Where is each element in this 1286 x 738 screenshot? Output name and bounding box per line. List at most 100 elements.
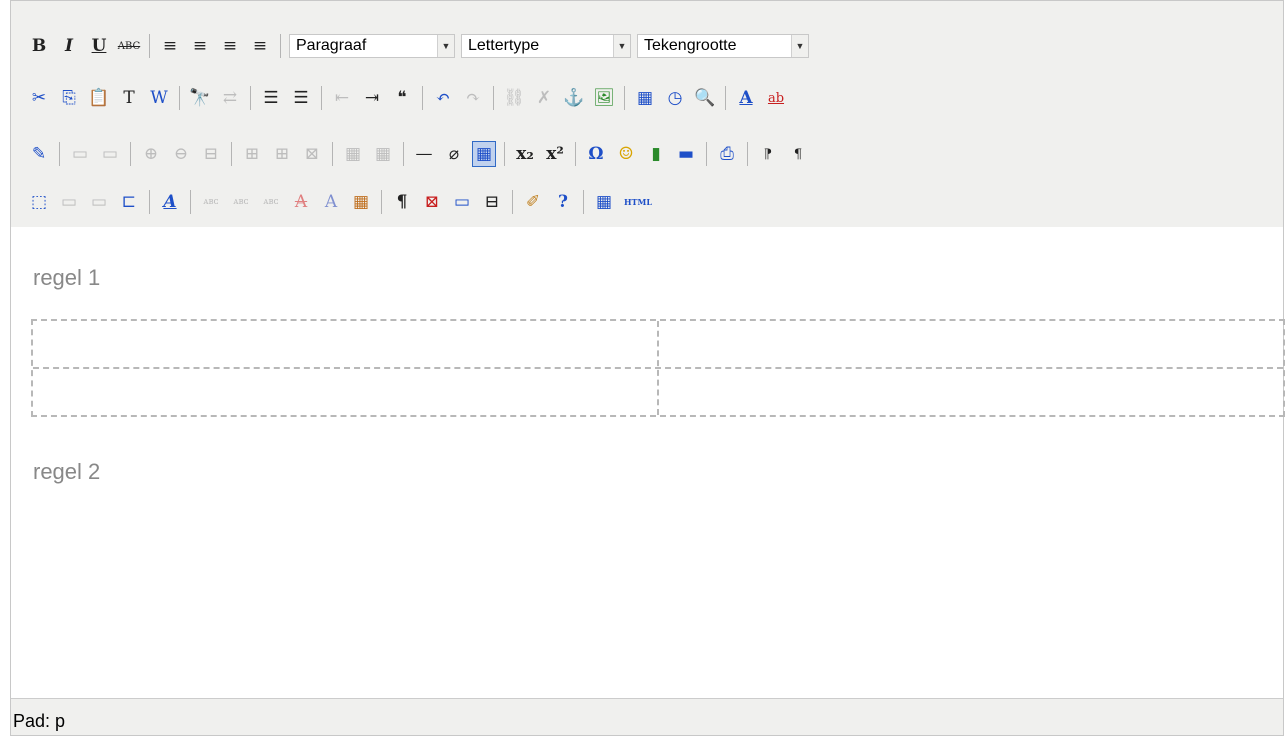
remove-format-icon[interactable]: ⌀ [442, 141, 466, 167]
anchor-icon[interactable]: ⚓ [562, 85, 586, 111]
insert-col-before-icon[interactable]: ⊞ [240, 141, 264, 167]
cite-icon[interactable]: ᴀʙᴄ [199, 189, 223, 215]
status-bar: Pad: p [11, 698, 1283, 735]
redo-icon[interactable]: ↷ [461, 85, 485, 111]
blockquote-icon[interactable]: ❝ [390, 85, 414, 111]
ltr-icon[interactable]: ⁋ [756, 141, 780, 167]
insert-col-after-icon[interactable]: ⊞ [270, 141, 294, 167]
undo-icon[interactable]: ↶ [431, 85, 455, 111]
replace-icon[interactable]: ⇄ [218, 85, 242, 111]
separator [59, 142, 60, 166]
cleanup-icon[interactable]: ✐ [521, 189, 545, 215]
insert-date-icon[interactable]: ▦ [633, 85, 657, 111]
align-right-button[interactable]: ≡ [218, 33, 242, 59]
align-left-button[interactable]: ≡ [158, 33, 182, 59]
font-family-value: Lettertype [468, 37, 540, 54]
fullscreen-icon[interactable]: ▦ [592, 189, 616, 215]
paste-icon[interactable]: 📋 [87, 85, 111, 111]
html-source-icon[interactable]: HTML [622, 189, 654, 215]
horizontal-rule-icon[interactable]: — [412, 141, 436, 167]
underline-button[interactable]: U [87, 33, 111, 59]
bullet-list-icon[interactable]: ☰ [259, 85, 283, 111]
indent-icon[interactable]: ⇥ [360, 85, 384, 111]
edit-icon[interactable]: ✎ [27, 141, 51, 167]
help-icon[interactable]: ? [551, 189, 575, 215]
superscript-icon[interactable]: x² [543, 141, 567, 167]
italic-button[interactable]: I [57, 33, 81, 59]
unlink-icon[interactable]: ✗ [532, 85, 556, 111]
media-icon[interactable]: ▮ [644, 141, 668, 167]
merge-cells-icon[interactable]: ▦ [371, 141, 395, 167]
advanced-hr-icon[interactable]: ▬ [674, 141, 698, 167]
insert-time-icon[interactable]: ◷ [663, 85, 687, 111]
cut-icon[interactable]: ✂ [27, 85, 51, 111]
acronym-icon[interactable]: ᴀʙᴄ [259, 189, 283, 215]
text-color-icon[interactable]: A [734, 85, 758, 111]
del-icon[interactable]: A [289, 189, 313, 215]
move-forward-icon[interactable]: ▭ [57, 189, 81, 215]
attributes-icon[interactable]: ▦ [349, 189, 373, 215]
paste-text-icon[interactable]: T [117, 85, 141, 111]
insert-row-after-icon[interactable]: ⊖ [169, 141, 193, 167]
nonbreaking-icon[interactable]: ⊠ [420, 189, 444, 215]
styleprops-icon[interactable]: A [158, 189, 182, 215]
link-icon[interactable]: ⛓ [502, 85, 526, 111]
outdent-icon[interactable]: ⇤ [330, 85, 354, 111]
ins-icon[interactable]: A [319, 189, 343, 215]
separator [179, 86, 180, 110]
chevron-down-icon[interactable]: ▼ [613, 35, 630, 57]
subscript-icon[interactable]: x₂ [513, 141, 537, 167]
toolbar-row-2: ✂ ⎘ 📋 T W 🔭 ⇄ ☰ ☰ ⇤ ⇥ ❝ ↶ ↷ ⛓ ✗ ⚓ 🖼 ▦ ◷ [27, 81, 794, 115]
paragraph-format-select[interactable]: Paragraaf ▼ [289, 34, 455, 58]
separator [381, 190, 382, 214]
copy-icon[interactable]: ⎘ [57, 85, 81, 111]
separator [190, 190, 191, 214]
visual-chars-icon[interactable]: ¶ [390, 189, 414, 215]
paragraph-2[interactable]: regel 2 [33, 459, 100, 485]
table-row-divider [33, 367, 1283, 369]
delete-col-icon[interactable]: ⊠ [300, 141, 324, 167]
separator [575, 142, 576, 166]
find-icon[interactable]: 🔭 [188, 85, 212, 111]
pagebreak-icon[interactable]: ⊟ [480, 189, 504, 215]
image-icon[interactable]: 🖼 [592, 85, 616, 111]
paragraph-1[interactable]: regel 1 [33, 265, 100, 291]
paste-word-icon[interactable]: W [147, 85, 171, 111]
separator [493, 86, 494, 110]
abbr-icon[interactable]: ᴀʙᴄ [229, 189, 253, 215]
bold-button[interactable]: B [27, 33, 51, 59]
separator [583, 190, 584, 214]
chevron-down-icon[interactable]: ▼ [791, 35, 808, 57]
separator [747, 142, 748, 166]
insert-row-before-icon[interactable]: ⊕ [139, 141, 163, 167]
separator [706, 142, 707, 166]
absolute-icon[interactable]: ⊏ [117, 189, 141, 215]
font-size-value: Tekengrootte [644, 37, 737, 54]
cell-props-icon[interactable]: ▭ [98, 141, 122, 167]
numbered-list-icon[interactable]: ☰ [289, 85, 313, 111]
insert-layer-icon[interactable]: ⬚ [27, 189, 51, 215]
print-icon[interactable]: ⎙ [715, 141, 739, 167]
emoticon-icon[interactable]: ☺ [614, 141, 638, 167]
align-justify-button[interactable]: ≡ [248, 33, 272, 59]
element-path[interactable]: Pad: p [13, 711, 65, 732]
font-family-select[interactable]: Lettertype ▼ [461, 34, 631, 58]
move-backward-icon[interactable]: ▭ [87, 189, 111, 215]
align-center-button[interactable]: ≡ [188, 33, 212, 59]
preview-icon[interactable]: 🔍 [693, 85, 717, 111]
rtl-icon[interactable]: ¶ [786, 141, 810, 167]
editor-content-area[interactable]: regel 1 regel 2 [11, 227, 1285, 701]
content-table[interactable] [31, 319, 1285, 417]
chevron-down-icon[interactable]: ▼ [437, 35, 454, 57]
separator [403, 142, 404, 166]
rich-text-editor: B I U ABC ≡ ≡ ≡ ≡ Paragraaf ▼ Lettertype… [10, 0, 1285, 736]
template-icon[interactable]: ▭ [450, 189, 474, 215]
font-size-select[interactable]: Tekengrootte ▼ [637, 34, 809, 58]
table-icon[interactable]: ▦ [472, 141, 496, 167]
delete-row-icon[interactable]: ⊟ [199, 141, 223, 167]
special-char-icon[interactable]: Ω [584, 141, 608, 167]
split-cells-icon[interactable]: ▦ [341, 141, 365, 167]
row-props-icon[interactable]: ▭ [68, 141, 92, 167]
highlight-color-icon[interactable]: ab [764, 85, 788, 111]
strikethrough-button[interactable]: ABC [117, 33, 141, 59]
